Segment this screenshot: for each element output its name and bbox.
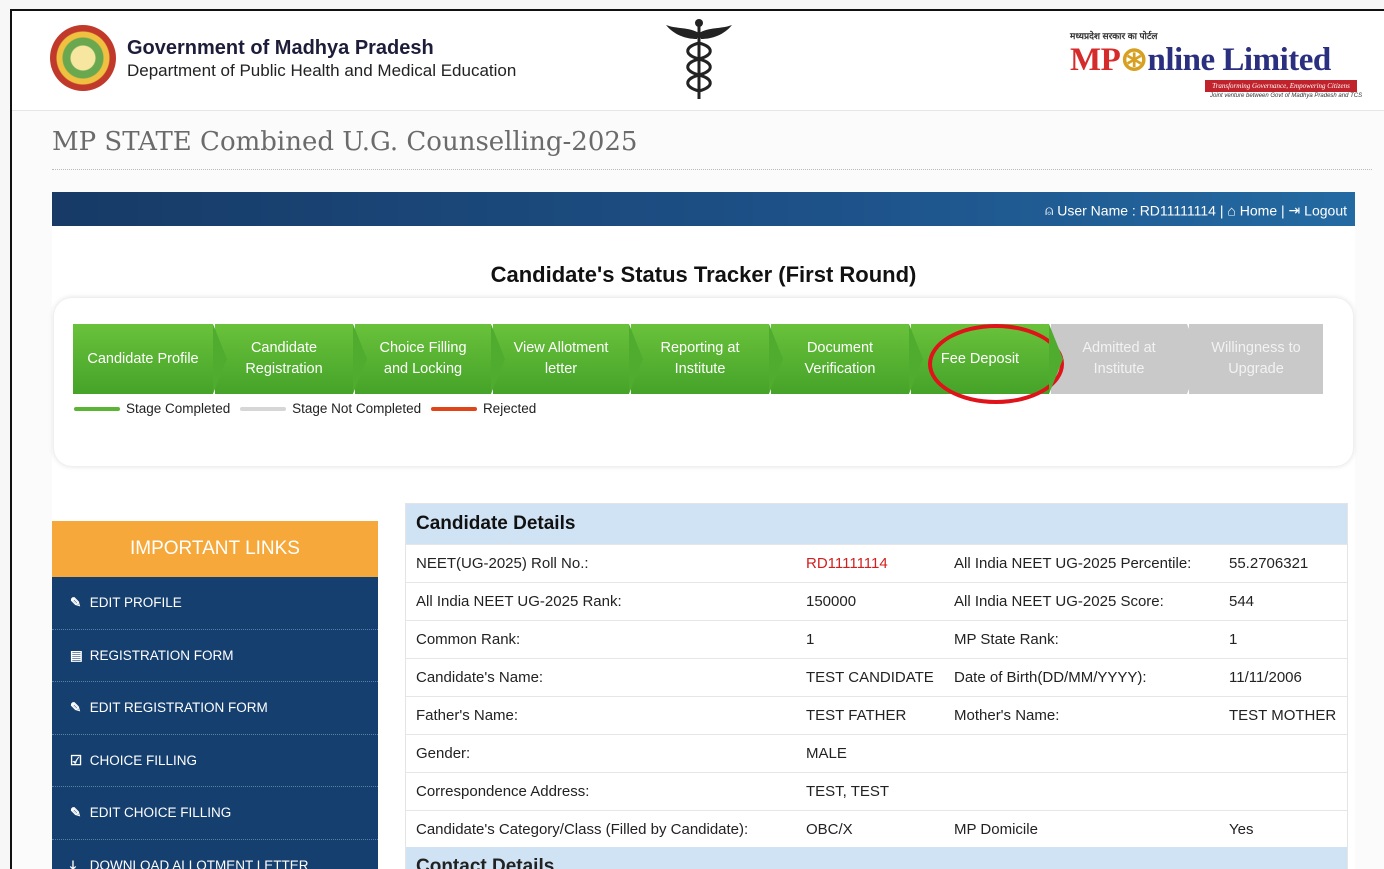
checkbox-icon: ☑ — [70, 752, 83, 768]
table-row: All India NEET UG-2025 Rank: 150000 All … — [406, 582, 1347, 621]
legend-not-completed-label: Stage Not Completed — [292, 401, 422, 416]
brand-mp: MP — [1070, 42, 1121, 78]
page-frame: Government of Madhya Pradesh Department … — [10, 9, 1384, 869]
step-admitted-institute[interactable]: Admitted at Institute — [1051, 324, 1201, 394]
legend-completed-swatch — [74, 407, 120, 412]
legend-completed-label: Stage Completed — [126, 401, 231, 416]
user-icon: ⍝ — [1044, 201, 1054, 218]
edit-icon: ✎ — [70, 700, 82, 715]
edit-icon: ✎ — [70, 595, 82, 610]
candidate-details-table: NEET(UG-2025) Roll No.: RD11111114 All I… — [406, 544, 1347, 849]
caduceus-icon — [666, 19, 732, 99]
step-view-allotment[interactable]: View Allotment letter — [493, 324, 643, 394]
main-panel: Candidate's Status Tracker (First Round)… — [52, 226, 1355, 869]
legend-rejected-label: Rejected — [482, 401, 537, 416]
table-row: Father's Name: TEST FATHER Mother's Name… — [406, 696, 1347, 735]
important-links-heading: IMPORTANT LINKS — [52, 521, 378, 577]
candidate-details-panel: Candidate Details NEET(UG-2025) Roll No.… — [405, 503, 1348, 869]
tracker-title: Candidate's Status Tracker (First Round) — [490, 262, 917, 287]
gov-subtitle: Department of Public Health and Medical … — [127, 61, 517, 80]
tracker-legend: Stage Completed Stage Not Completed Reje… — [74, 401, 536, 416]
logout-icon[interactable]: ⇥ — [1289, 202, 1301, 218]
sidebar-item-edit-profile[interactable]: ✎ EDIT PROFILE — [52, 577, 378, 630]
user-bar: ⍝ User Name : RD11111114 | ⌂ Home | ⇥ Lo… — [52, 192, 1355, 226]
step-document-verification[interactable]: Document Verification — [771, 324, 923, 394]
sidebar-item-edit-choice-filling[interactable]: ✎ EDIT CHOICE FILLING — [52, 787, 378, 840]
table-row: Gender: MALE — [406, 734, 1347, 773]
status-tracker: Candidate Profile Candidate Registration… — [54, 298, 1353, 466]
sidebar-item-edit-registration[interactable]: ✎ EDIT REGISTRATION FORM — [52, 682, 378, 735]
step-willingness-upgrade[interactable]: Willingness to Upgrade — [1189, 324, 1323, 394]
brand-rest: nline Limited — [1147, 42, 1331, 78]
form-icon: ▤ — [70, 647, 83, 663]
sidebar-item-download-allotment[interactable]: ⤓ DOWNLOAD ALLOTMENT LETTER — [52, 840, 378, 869]
roll-number-value: RD11111114 — [796, 544, 944, 583]
sidebar-item-choice-filling[interactable]: ☑ CHOICE FILLING — [52, 735, 378, 787]
download-icon: ⤓ — [70, 857, 76, 869]
important-links-list: ✎ EDIT PROFILE ▤ REGISTRATION FORM ✎ EDI… — [52, 577, 378, 869]
step-candidate-profile[interactable]: Candidate Profile — [73, 324, 227, 394]
legend-not-completed-swatch — [240, 407, 287, 412]
contact-details-heading: Contact Details — [406, 847, 1347, 869]
brand-name: MP⊛nline Limited — [1070, 39, 1331, 79]
table-row: Candidate's Category/Class (Filled by Ca… — [406, 810, 1347, 849]
step-reporting-institute[interactable]: Reporting at Institute — [631, 324, 783, 394]
table-row: Candidate's Name: TEST CANDIDATE Date of… — [406, 658, 1347, 697]
brand-tagline: Transforming Governance, Empowering Citi… — [1205, 80, 1357, 92]
step-choice-filling[interactable]: Choice Filling and Locking — [355, 324, 505, 394]
tracker-steps: Candidate Profile Candidate Registration… — [73, 324, 1323, 404]
brand-subline: Joint venture between Govt of Madhya Pra… — [1210, 93, 1363, 99]
sidebar-item-registration-form[interactable]: ▤ REGISTRATION FORM — [52, 630, 378, 682]
candidate-details-heading: Candidate Details — [406, 504, 1347, 544]
home-icon[interactable]: ⌂ — [1227, 202, 1235, 218]
step-candidate-registration[interactable]: Candidate Registration — [215, 324, 367, 394]
legend-rejected-swatch — [430, 407, 477, 412]
user-links: ⍝ User Name : RD11111114 | ⌂ Home | ⇥ Lo… — [1044, 201, 1347, 219]
mponline-logo: मध्यप्रदेश सरकार का पोर्टल MP⊛nline Limi… — [1070, 29, 1363, 99]
fee-deposit-highlight-circle — [928, 324, 1064, 404]
table-row: Correspondence Address: TEST, TEST — [406, 772, 1347, 811]
site-header: Government of Madhya Pradesh Department … — [12, 11, 1384, 111]
home-link[interactable]: Home — [1240, 202, 1277, 218]
user-name-label: User Name : RD11111114 — [1057, 202, 1216, 219]
brand-o-icon: ⊛ — [1120, 42, 1148, 78]
table-row: Common Rank: 1 MP State Rank: 1 — [406, 620, 1347, 659]
table-row: NEET(UG-2025) Roll No.: RD11111114 All I… — [406, 544, 1347, 583]
title-divider — [52, 169, 1372, 170]
gov-emblem-logo — [50, 25, 116, 91]
edit-icon: ✎ — [70, 805, 82, 820]
page-title: MP STATE Combined U.G. Counselling-2025 — [52, 127, 638, 157]
gov-title: Government of Madhya Pradesh — [127, 37, 434, 59]
logout-link[interactable]: Logout — [1304, 202, 1347, 218]
